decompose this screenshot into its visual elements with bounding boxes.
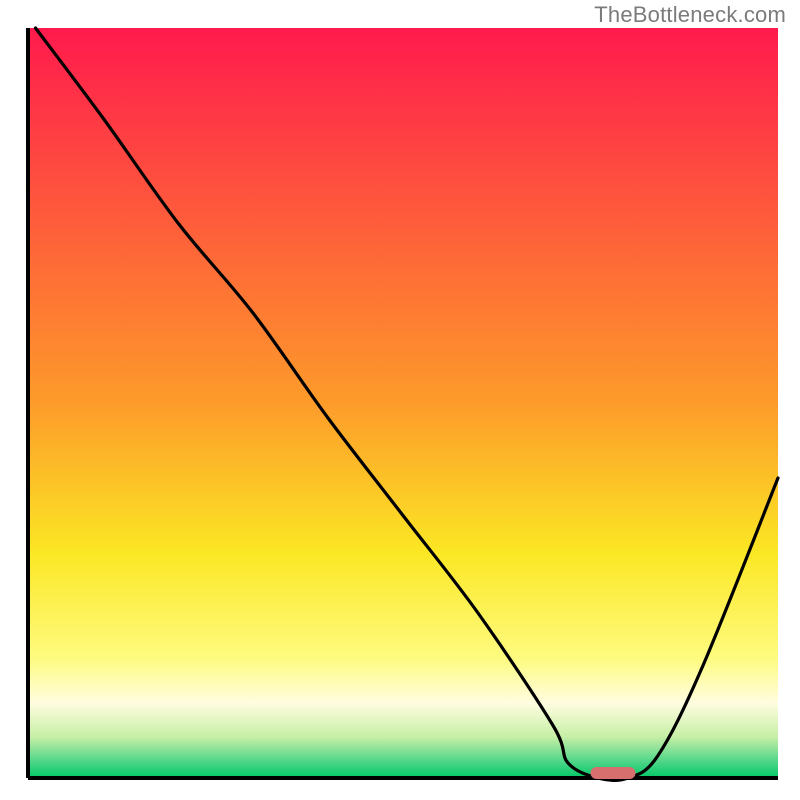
optimal-marker — [591, 767, 636, 779]
chart-root: TheBottleneck.com — [0, 0, 800, 800]
watermark-label: TheBottleneck.com — [594, 2, 786, 28]
plot-background — [28, 28, 778, 778]
bottleneck-chart — [0, 0, 800, 800]
